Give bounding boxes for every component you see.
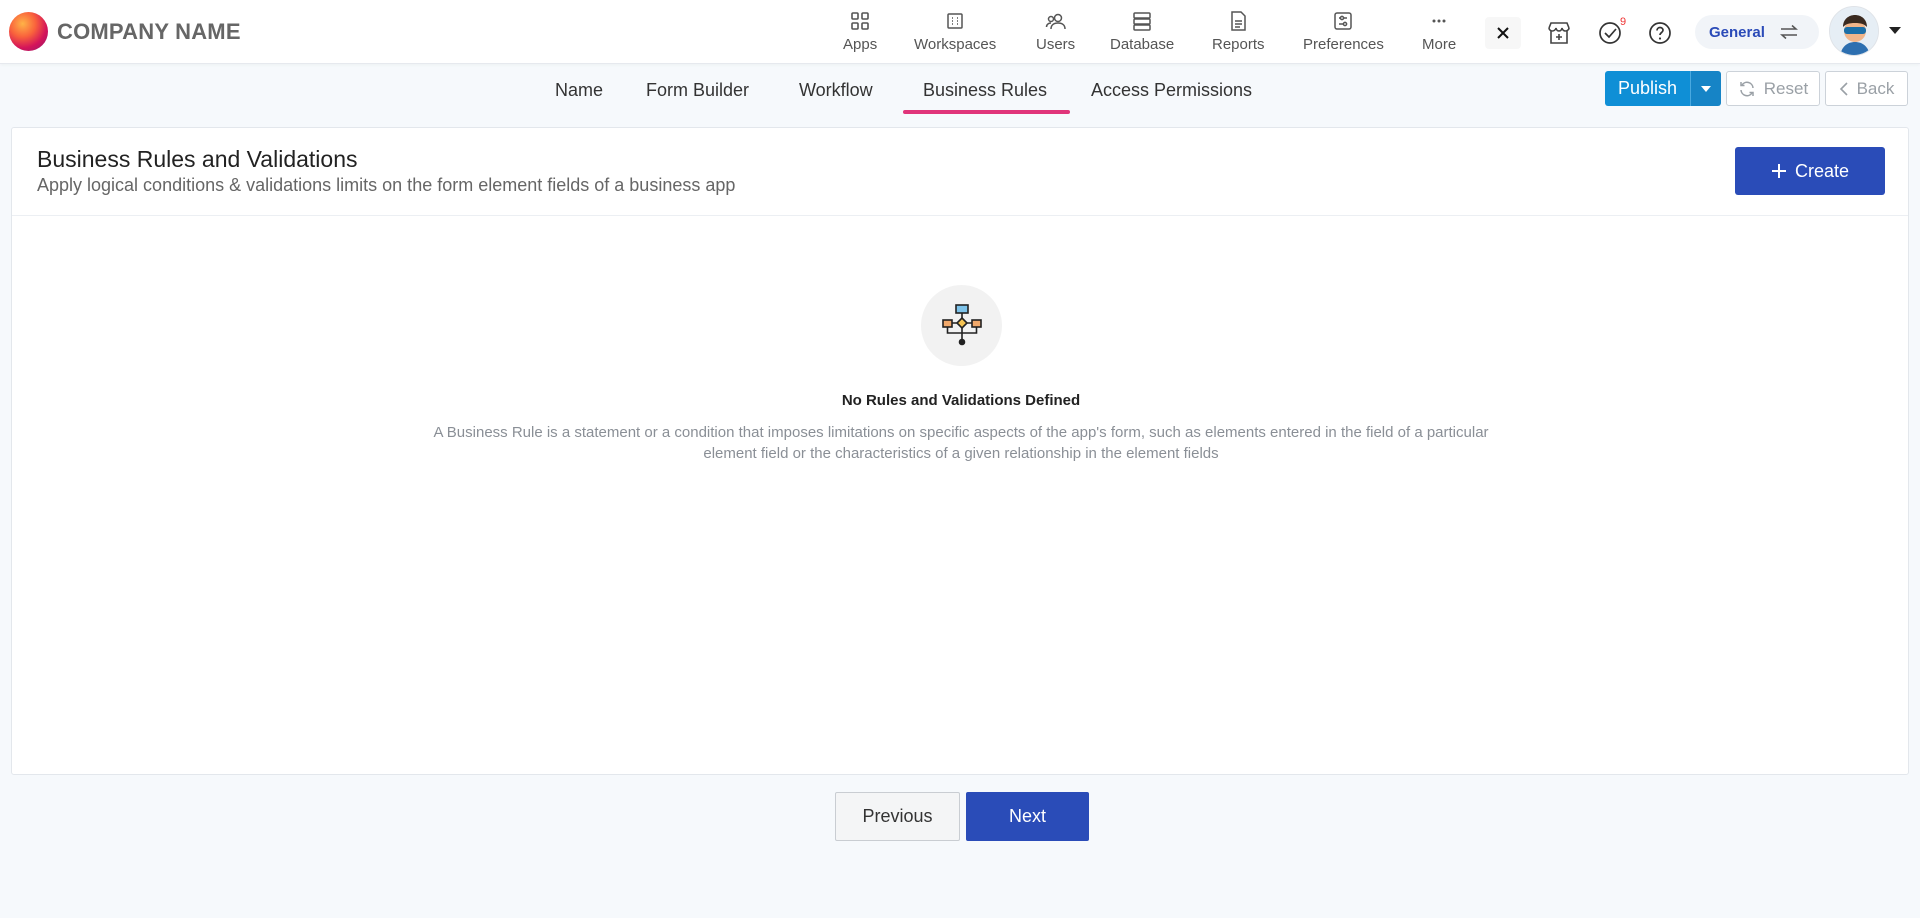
account-menu-toggle[interactable] xyxy=(1888,22,1902,40)
database-icon xyxy=(1133,12,1151,31)
nav-database[interactable]: Database xyxy=(1110,10,1174,54)
users-icon xyxy=(1045,13,1066,30)
empty-state-title: No Rules and Validations Defined xyxy=(841,392,1081,409)
building-icon xyxy=(947,13,963,29)
company-logo xyxy=(9,12,48,51)
active-tab-indicator xyxy=(903,110,1070,114)
nav-reports[interactable]: Reports xyxy=(1212,10,1265,54)
workspace-label: General xyxy=(1709,23,1765,41)
refresh-icon xyxy=(1740,81,1754,96)
avatar[interactable] xyxy=(1829,6,1879,56)
more-icon xyxy=(1432,19,1446,23)
nav-apps[interactable]: Apps xyxy=(843,10,877,54)
tab-business-rules[interactable]: Business Rules xyxy=(923,80,1047,101)
flowchart-graphic xyxy=(941,303,982,345)
create-label: Create xyxy=(1794,160,1850,181)
report-icon xyxy=(1231,11,1247,31)
nav-more[interactable]: More xyxy=(1422,10,1456,54)
publish-options-button[interactable] xyxy=(1690,71,1721,106)
reset-label: Reset xyxy=(1763,78,1809,98)
back-button[interactable]: Back xyxy=(1825,71,1908,106)
brand[interactable]: COMPANY NAME xyxy=(9,12,241,51)
tab-workflow[interactable]: Workflow xyxy=(799,80,873,101)
nav-label: Users xyxy=(1036,36,1076,53)
caret-down-icon xyxy=(1701,85,1711,92)
publish-group: Publish xyxy=(1605,71,1721,106)
next-button[interactable]: Next xyxy=(966,792,1089,841)
previous-button[interactable]: Previous xyxy=(835,792,960,841)
chevron-left-icon xyxy=(1839,81,1848,96)
reset-button[interactable]: Reset xyxy=(1726,71,1820,106)
notification-badge: 9 xyxy=(1620,16,1627,28)
plus-icon xyxy=(1771,164,1786,178)
top-bar: COMPANY NAME Apps Workspaces Users Datab… xyxy=(0,0,1920,64)
business-rules-card: Business Rules and Validations Apply log… xyxy=(11,127,1909,775)
avatar-image xyxy=(1830,7,1878,55)
page-subtitle: Apply logical conditions & validations l… xyxy=(37,175,736,195)
close-icon xyxy=(1497,27,1509,39)
store-button[interactable] xyxy=(1544,18,1574,48)
store-icon xyxy=(1548,22,1570,44)
back-label: Back xyxy=(1856,78,1895,98)
nav-label: Database xyxy=(1110,36,1175,53)
close-button[interactable] xyxy=(1485,17,1521,49)
nav-label: Reports xyxy=(1212,36,1265,53)
nav-users[interactable]: Users xyxy=(1036,10,1075,54)
company-name: COMPANY NAME xyxy=(57,18,241,44)
page-title: Business Rules and Validations xyxy=(37,146,358,172)
tab-form-builder[interactable]: Form Builder xyxy=(646,80,749,101)
preferences-icon xyxy=(1334,12,1353,30)
tab-name[interactable]: Name xyxy=(555,80,603,101)
create-button[interactable]: Create xyxy=(1735,147,1885,195)
workspace-switcher[interactable]: General xyxy=(1695,15,1819,49)
nav-label: Workspaces xyxy=(914,36,997,53)
switch-icon xyxy=(1779,24,1798,40)
nav-workspaces[interactable]: Workspaces xyxy=(914,10,996,54)
nav-label: Apps xyxy=(843,36,878,53)
empty-state-description: A Business Rule is a statement or a cond… xyxy=(433,424,1489,462)
help-button[interactable] xyxy=(1646,19,1674,47)
caret-down-icon xyxy=(1889,27,1901,34)
grid-icon xyxy=(851,12,869,30)
card-header: Business Rules and Validations Apply log… xyxy=(12,128,1908,216)
nav-label: Preferences xyxy=(1303,36,1384,53)
flowchart-icon xyxy=(921,285,1002,366)
tab-access-permissions[interactable]: Access Permissions xyxy=(1091,80,1252,101)
publish-button[interactable]: Publish xyxy=(1605,71,1690,106)
nav-preferences[interactable]: Preferences xyxy=(1303,10,1384,54)
help-icon xyxy=(1649,22,1671,44)
nav-label: More xyxy=(1422,36,1457,53)
